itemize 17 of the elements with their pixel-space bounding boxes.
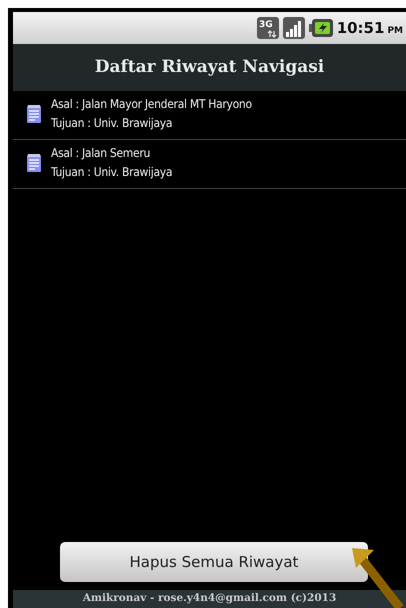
notepad-icon: [27, 154, 41, 172]
history-item[interactable]: Asal : Jalan Mayor Jenderal MT Haryono Tujuan : Univ. Brawijaya: [13, 91, 406, 140]
annotation-arrow: [352, 548, 404, 608]
origin-text: Asal : Jalan Mayor Jenderal MT Haryono: [51, 96, 252, 113]
destination-text: Tujuan : Univ. Brawijaya: [51, 115, 174, 132]
clear-history-button[interactable]: Hapus Semua Riwayat: [60, 542, 368, 582]
battery-charging-icon: [308, 18, 333, 38]
origin-text: Asal : Jalan Semeru: [51, 145, 152, 162]
network-icon: 3G: [256, 17, 279, 39]
clock-time: 10:51: [336, 18, 384, 39]
signal-icon: [282, 17, 305, 39]
clock-period: PM: [387, 24, 403, 38]
notepad-icon: [27, 105, 41, 123]
screen-title: Daftar Riwayat Navigasi: [94, 56, 324, 79]
footer-text: Amikronav - rose.y4n4@gmail.com (c)2013: [82, 591, 336, 606]
history-item[interactable]: Asal : Jalan Semeru Tujuan : Univ. Brawijaya: [13, 140, 406, 189]
destination-text: Tujuan : Univ. Brawijaya: [51, 164, 172, 181]
